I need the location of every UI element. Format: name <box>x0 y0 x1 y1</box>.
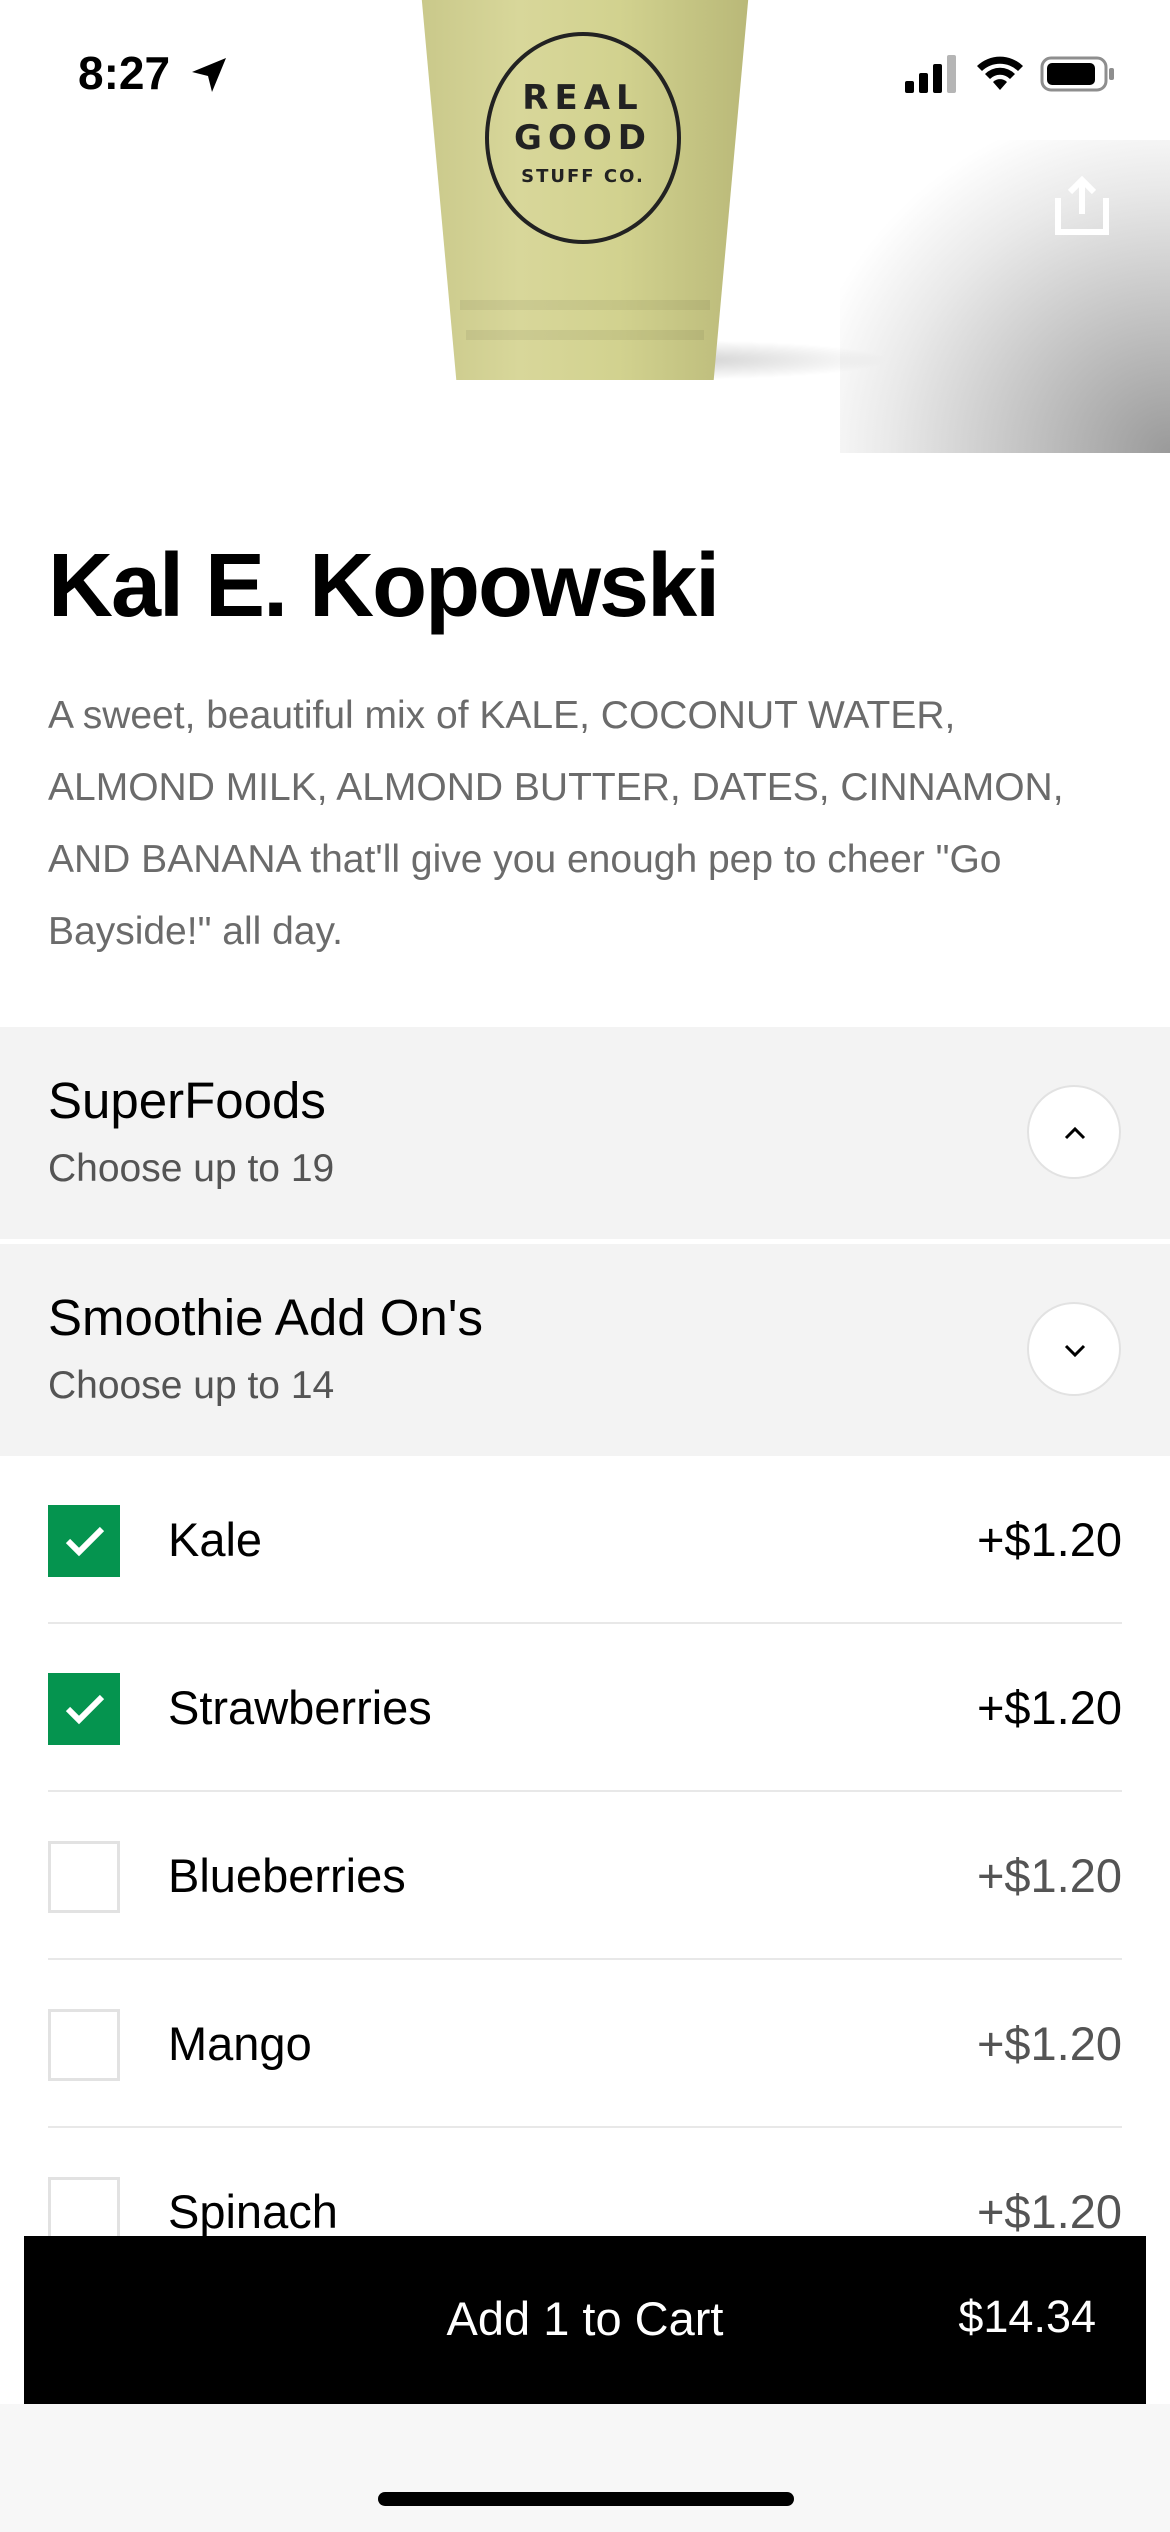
signal-icon <box>905 55 956 93</box>
add-to-cart-button[interactable]: Add 1 to Cart $14.34 <box>24 2236 1146 2404</box>
option-name: Kale <box>168 1513 263 1566</box>
option-price: +$1.20 <box>976 2185 1122 2238</box>
share-icon[interactable] <box>1054 176 1110 236</box>
option-checkbox[interactable] <box>48 1505 120 1577</box>
option-row-blueberries[interactable]: Blueberries +$1.20 <box>48 1792 1122 1960</box>
collapse-button[interactable] <box>1027 1085 1121 1179</box>
group-subtitle: Choose up to 14 <box>48 1364 335 1407</box>
option-checkbox[interactable] <box>48 1841 120 1913</box>
item-title: Kal E. Kopowski <box>48 536 720 636</box>
option-name: Blueberries <box>168 1849 406 1902</box>
battery-icon <box>1040 56 1114 92</box>
option-name: Spinach <box>168 2185 338 2238</box>
option-price: +$1.20 <box>976 1513 1122 1566</box>
option-price: +$1.20 <box>976 1849 1122 1902</box>
bottom-safe-area <box>0 2404 1170 2532</box>
chevron-up-icon <box>1064 1126 1086 1140</box>
option-group-superfoods[interactable]: SuperFoods Choose up to 19 <box>0 1027 1170 1239</box>
group-subtitle: Choose up to 19 <box>48 1147 335 1190</box>
item-description: A sweet, beautiful mix of KALE, COCONUT … <box>48 694 1064 953</box>
option-row-kale[interactable]: Kale +$1.20 <box>48 1456 1122 1624</box>
status-time: 8:27 <box>78 47 171 99</box>
status-bar: 8:27 <box>0 0 1170 140</box>
option-name: Strawberries <box>168 1681 432 1734</box>
cart-total-price: $14.34 <box>958 2291 1096 2342</box>
option-name: Mango <box>168 2017 312 2070</box>
option-price: +$1.20 <box>976 2017 1122 2070</box>
wifi-icon <box>977 56 1023 90</box>
checkmark-icon <box>65 1526 105 1557</box>
option-checkbox[interactable] <box>48 1673 120 1745</box>
location-arrow-icon <box>192 58 226 92</box>
group-name: Smoothie Add On's <box>48 1289 483 1346</box>
chevron-down-icon <box>1064 1344 1086 1358</box>
hero-shade <box>840 140 1170 453</box>
logo-line3: STUFF CO. <box>521 166 645 187</box>
cup-rim <box>466 330 704 340</box>
option-group-smoothie-add-ons[interactable]: Smoothie Add On's Choose up to 14 <box>0 1244 1170 1456</box>
option-price: +$1.20 <box>976 1681 1122 1734</box>
option-checkbox[interactable] <box>48 2009 120 2081</box>
option-row-strawberries[interactable]: Strawberries +$1.20 <box>48 1624 1122 1792</box>
expand-button[interactable] <box>1027 1302 1121 1396</box>
cup-rim <box>460 300 710 310</box>
home-indicator[interactable] <box>378 2492 794 2506</box>
option-row-mango[interactable]: Mango +$1.20 <box>48 1960 1122 2128</box>
checkmark-icon <box>65 1694 105 1725</box>
group-name: SuperFoods <box>48 1072 326 1129</box>
